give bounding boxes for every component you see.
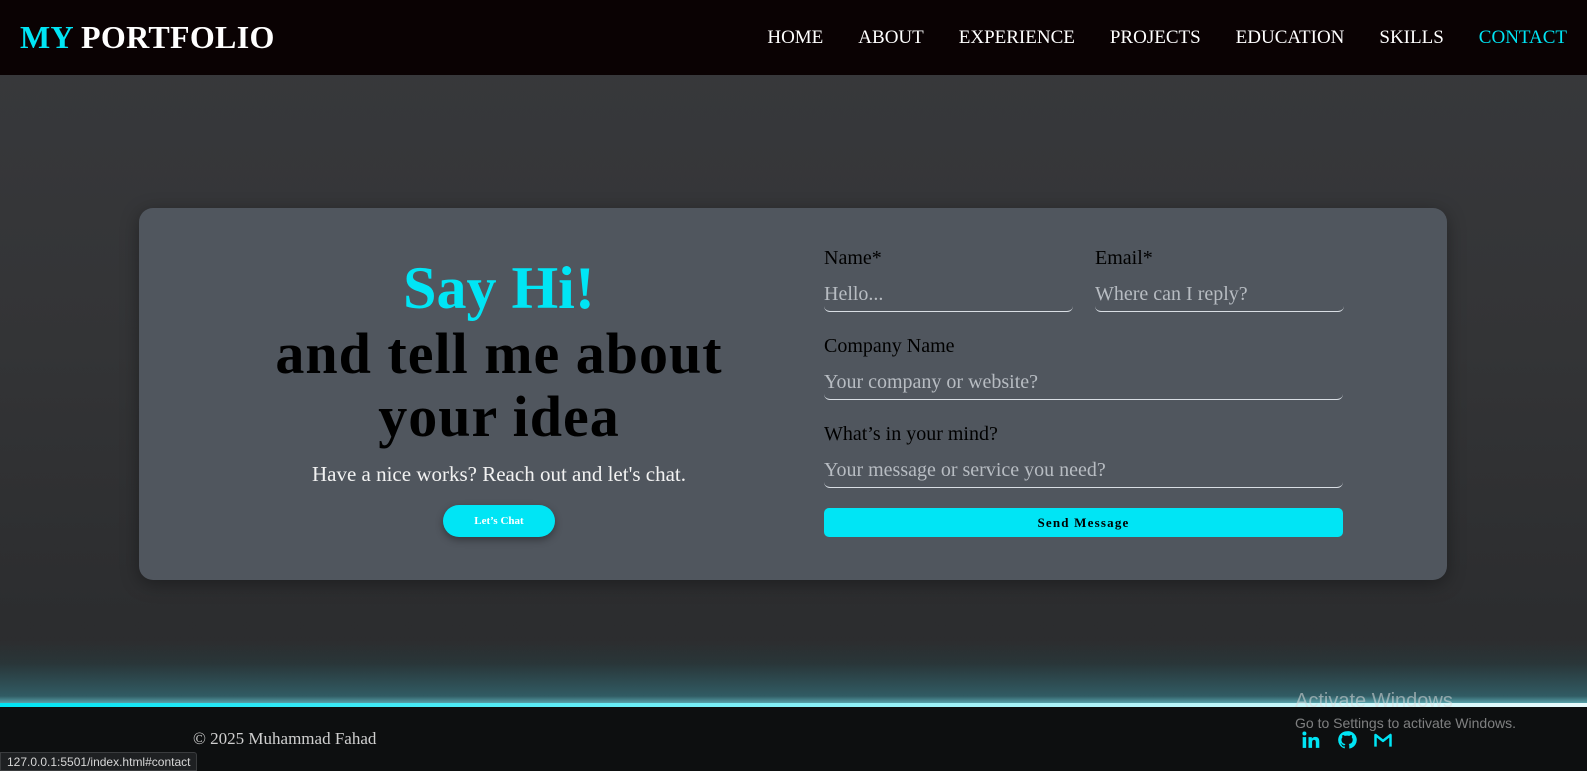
windows-activation-watermark: Activate Windows Go to Settings to activ… xyxy=(1295,689,1516,733)
email-input[interactable] xyxy=(1095,278,1344,312)
nav-link-home[interactable]: HOME xyxy=(767,27,823,49)
form-row-company: Company Name xyxy=(824,334,1344,400)
send-message-button[interactable]: Send Message xyxy=(824,508,1343,537)
hero-title: and tell me about your idea xyxy=(249,322,749,448)
hero-title-line-1: and tell me about xyxy=(275,321,723,386)
name-input[interactable] xyxy=(824,278,1073,312)
contact-form: Name* Email* Company Name What’s in your… xyxy=(824,246,1344,537)
nav-link-about[interactable]: ABOUT xyxy=(858,27,923,49)
hero-greeting: Say Hi! xyxy=(403,255,595,321)
site-logo[interactable]: MY PORTFOLIO xyxy=(20,19,275,56)
watermark-title: Activate Windows xyxy=(1295,690,1453,712)
hero-subtitle: Have a nice works? Reach out and let's c… xyxy=(311,462,687,486)
name-field-group: Name* xyxy=(824,246,1073,312)
copyright-text: © 2025 Muhammad Fahad xyxy=(193,729,377,748)
logo-text: PORTFOLIO xyxy=(81,19,275,55)
watermark-subtitle: Go to Settings to activate Windows. xyxy=(1295,715,1516,731)
status-bar-url: 127.0.0.1:5501/index.html#contact xyxy=(0,752,198,771)
company-label: Company Name xyxy=(824,335,955,357)
nav-link-experience[interactable]: EXPERIENCE xyxy=(959,27,1075,49)
nav-link-projects[interactable]: PROJECTS xyxy=(1110,27,1201,49)
nav-links: HOME ABOUT EXPERIENCE PROJECTS EDUCATION… xyxy=(732,0,1567,75)
nav-link-education[interactable]: EDUCATION xyxy=(1236,27,1345,49)
nav-link-contact[interactable]: CONTACT xyxy=(1479,27,1567,49)
form-row-name-email: Name* Email* xyxy=(824,246,1344,312)
company-field-group: Company Name xyxy=(824,334,1343,400)
contact-card: Say Hi! and tell me about your idea Have… xyxy=(139,208,1447,580)
name-label: Name* xyxy=(824,247,882,269)
email-label: Email* xyxy=(1095,247,1153,269)
message-input[interactable] xyxy=(824,454,1343,488)
email-field-group: Email* xyxy=(1095,246,1344,312)
message-field-group: What’s in your mind? xyxy=(824,422,1343,488)
company-input[interactable] xyxy=(824,366,1343,400)
lets-chat-button[interactable]: Let’s Chat xyxy=(443,505,555,537)
message-label: What’s in your mind? xyxy=(824,423,998,445)
logo-accent-text: MY xyxy=(20,19,73,55)
nav-link-skills[interactable]: SKILLS xyxy=(1379,27,1443,49)
hero-title-line-2: your idea xyxy=(378,384,620,449)
navbar: MY PORTFOLIO HOME ABOUT EXPERIENCE PROJE… xyxy=(0,0,1587,75)
contact-hero: Say Hi! and tell me about your idea Have… xyxy=(249,258,749,537)
form-row-message: What’s in your mind? xyxy=(824,422,1344,488)
